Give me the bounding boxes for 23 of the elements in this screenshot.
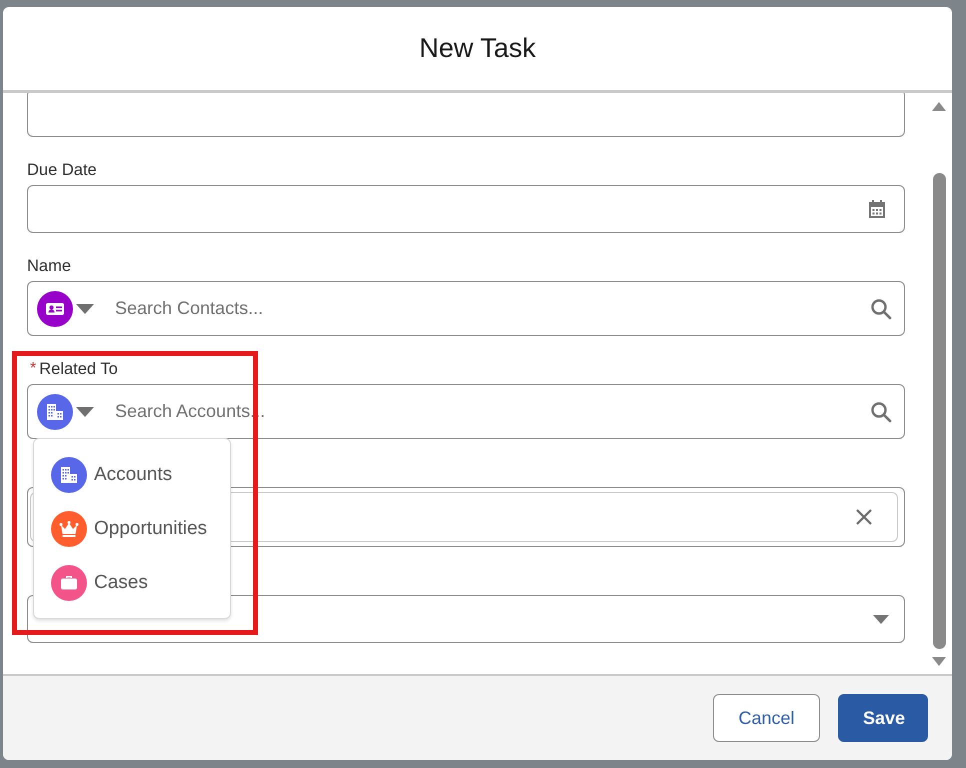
modal-title: New Task xyxy=(419,33,536,64)
search-icon[interactable] xyxy=(870,298,892,320)
menu-item[interactable]: Accounts xyxy=(94,464,172,486)
menu-item[interactable]: Opportunities xyxy=(94,518,208,540)
field-label: Related To xyxy=(39,360,118,378)
date-field[interactable] xyxy=(27,185,905,233)
caret-icon[interactable] xyxy=(873,614,889,624)
caret-icon[interactable] xyxy=(76,406,94,416)
contact-card-icon[interactable] xyxy=(37,290,73,326)
save-button[interactable]: Save xyxy=(838,694,928,742)
required-mark: * xyxy=(30,360,36,378)
cancel-button[interactable]: Cancel xyxy=(713,694,820,742)
text-area[interactable] xyxy=(27,93,905,137)
building-icon[interactable] xyxy=(37,394,73,430)
search-icon[interactable] xyxy=(870,400,892,422)
calendar-icon[interactable] xyxy=(867,199,887,219)
caret-icon[interactable] xyxy=(76,304,94,314)
lookup-field[interactable]: Search Contacts... xyxy=(27,281,905,336)
close-icon[interactable] xyxy=(855,508,873,526)
field-label: Name xyxy=(27,256,72,276)
menu-item[interactable]: Cases xyxy=(94,572,148,594)
field-label: Due Date xyxy=(27,160,97,180)
search-input[interactable]: Search Contacts... xyxy=(115,298,870,319)
